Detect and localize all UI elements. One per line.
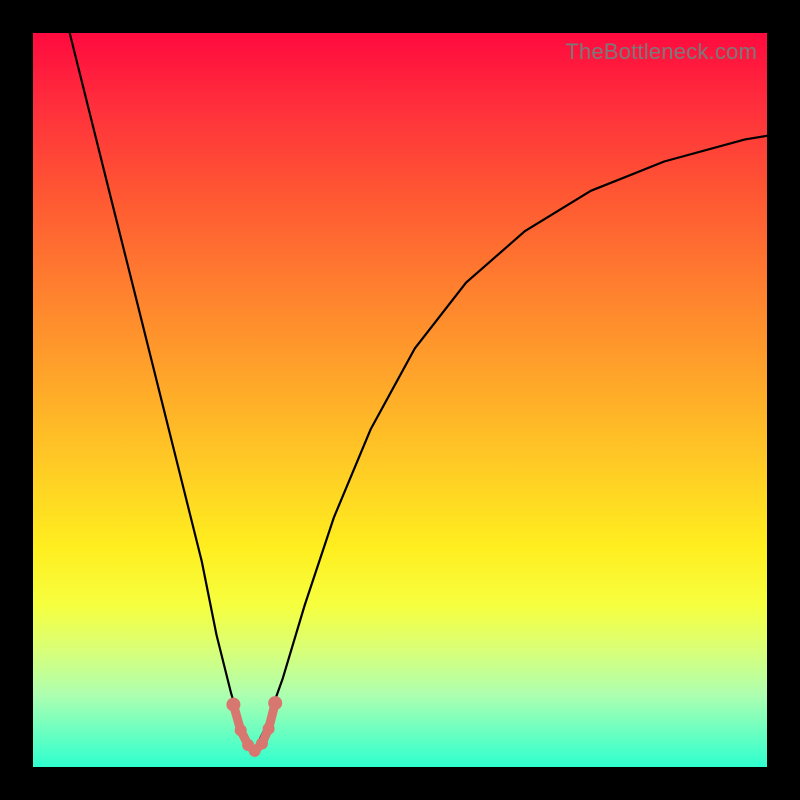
marker-point — [235, 724, 247, 736]
marker-point — [263, 723, 275, 735]
chart-svg — [33, 33, 767, 767]
plot-area: TheBottleneck.com — [33, 33, 767, 767]
marker-point — [256, 738, 268, 750]
bottleneck-curve — [70, 33, 767, 752]
chart-frame: TheBottleneck.com — [0, 0, 800, 800]
marker-point — [268, 696, 282, 710]
marker-group — [226, 696, 282, 757]
marker-point — [226, 698, 240, 712]
